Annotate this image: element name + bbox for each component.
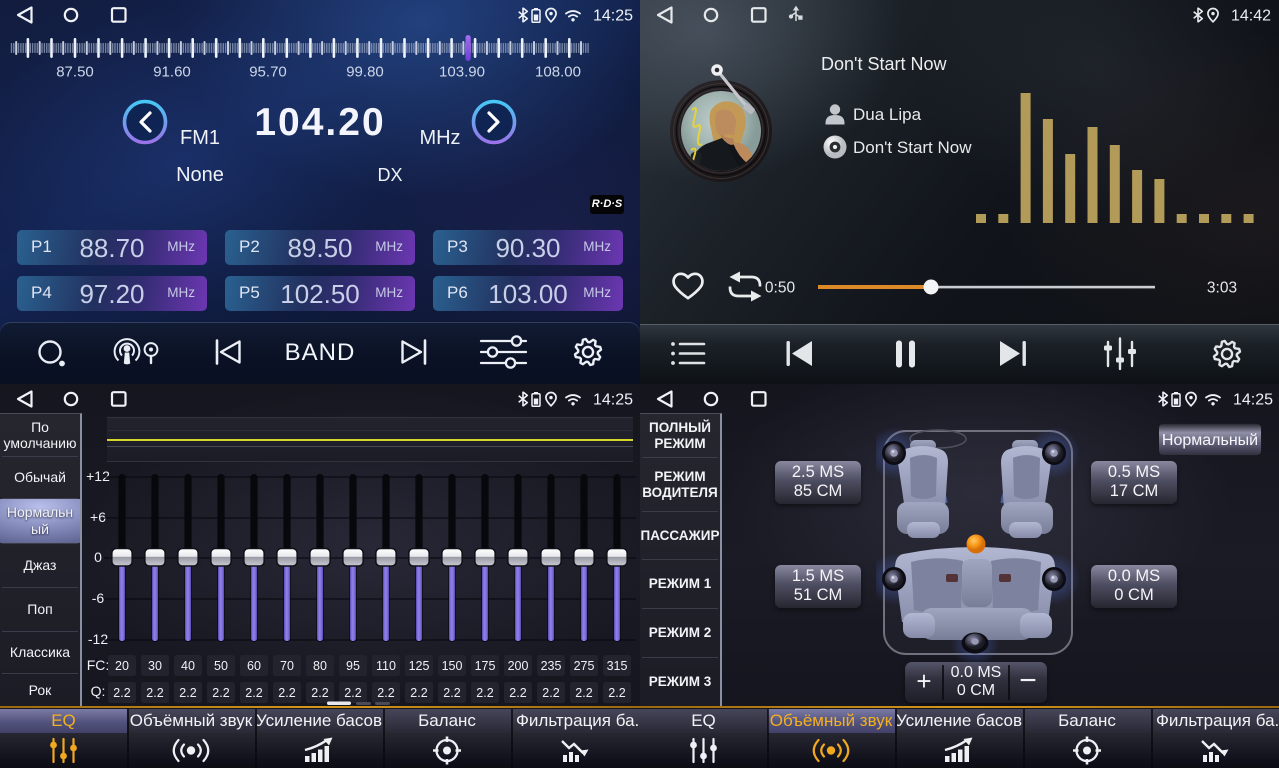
svg-text:150: 150 — [442, 659, 463, 673]
svg-text:50: 50 — [214, 659, 228, 673]
svg-text:91.60: 91.60 — [153, 64, 191, 81]
svg-text:2.2: 2.2 — [179, 686, 196, 700]
svg-text:2.2: 2.2 — [245, 686, 262, 700]
svg-text:14:25: 14:25 — [1233, 392, 1273, 409]
svg-text:2.2: 2.2 — [608, 686, 625, 700]
svg-text:2.2: 2.2 — [278, 686, 295, 700]
svg-text:103.90: 103.90 — [439, 64, 485, 81]
svg-text:3:03: 3:03 — [1207, 280, 1237, 297]
svg-text:40: 40 — [181, 659, 195, 673]
svg-text:95.70: 95.70 — [249, 64, 287, 81]
svg-text:235: 235 — [541, 659, 562, 673]
svg-text:95: 95 — [346, 659, 360, 673]
svg-text:2.2: 2.2 — [113, 686, 130, 700]
svg-text:2.2: 2.2 — [443, 686, 460, 700]
svg-text:2.2: 2.2 — [377, 686, 394, 700]
svg-text:2.2: 2.2 — [509, 686, 526, 700]
svg-text:2.2: 2.2 — [410, 686, 427, 700]
svg-text:200: 200 — [508, 659, 529, 673]
svg-text:2.2: 2.2 — [344, 686, 361, 700]
svg-text:2.2: 2.2 — [212, 686, 229, 700]
svg-text:2.2: 2.2 — [146, 686, 163, 700]
svg-text:20: 20 — [115, 659, 129, 673]
svg-text:60: 60 — [247, 659, 261, 673]
svg-text:110: 110 — [376, 659, 396, 673]
svg-text:80: 80 — [313, 659, 327, 673]
svg-text:108.00: 108.00 — [535, 64, 581, 81]
svg-text:2.2: 2.2 — [476, 686, 493, 700]
svg-text:2.2: 2.2 — [311, 686, 328, 700]
svg-text:175: 175 — [475, 659, 496, 673]
svg-text:99.80: 99.80 — [346, 64, 384, 81]
svg-text:2.2: 2.2 — [575, 686, 592, 700]
svg-text:2.2: 2.2 — [542, 686, 559, 700]
svg-text:315: 315 — [607, 659, 628, 673]
svg-text:87.50: 87.50 — [56, 64, 94, 81]
svg-text:14:25: 14:25 — [593, 8, 633, 25]
svg-text:125: 125 — [409, 659, 430, 673]
svg-text:0:50: 0:50 — [765, 280, 796, 297]
svg-text:BAND: BAND — [285, 339, 356, 366]
svg-text:275: 275 — [574, 659, 595, 673]
svg-text:70: 70 — [280, 659, 294, 673]
svg-text:30: 30 — [148, 659, 162, 673]
